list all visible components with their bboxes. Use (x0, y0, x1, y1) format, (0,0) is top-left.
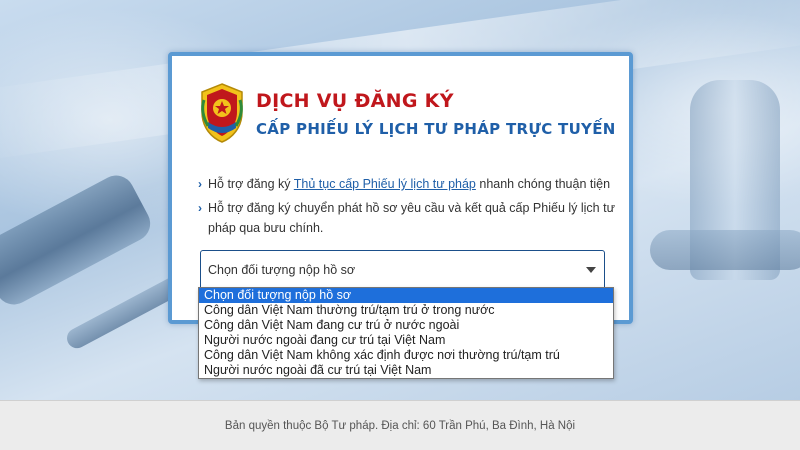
background-base-right (650, 230, 800, 270)
feature-item-prefix: Hỗ trợ đăng ký (208, 177, 294, 191)
page-footer: Bản quyền thuộc Bộ Tư pháp. Địa chỉ: 60 … (0, 400, 800, 450)
option-citizen-abroad[interactable]: Công dân Việt Nam đang cư trú ở nước ngo… (199, 318, 613, 333)
applicant-type-options: Chọn đối tượng nộp hồ sơ Công dân Việt N… (198, 287, 614, 379)
card-titles: DỊCH VỤ ĐĂNG KÝ CẤP PHIẾU LÝ LỊCH TƯ PHÁ… (256, 90, 616, 138)
registration-card: DỊCH VỤ ĐĂNG KÝ CẤP PHIẾU LÝ LỊCH TƯ PHÁ… (168, 52, 633, 324)
chevron-right-icon: › (198, 177, 202, 191)
feature-item-suffix: nhanh chóng thuận tiện (475, 177, 611, 191)
applicant-type-select[interactable]: Chọn đối tượng nộp hồ sơ (200, 250, 605, 290)
feature-item-procedure: › Hỗ trợ đăng ký Thủ tục cấp Phiếu lý lị… (198, 174, 618, 194)
feature-item-postal: › Hỗ trợ đăng ký chuyển phát hồ sơ yêu c… (198, 198, 618, 238)
procedure-link[interactable]: Thủ tục cấp Phiếu lý lịch tư pháp (294, 177, 476, 191)
select-current-value: Chọn đối tượng nộp hồ sơ (208, 263, 356, 277)
caret-down-icon (586, 267, 596, 273)
option-foreigner-resided[interactable]: Người nước ngoài đã cư trú tại Việt Nam (199, 363, 613, 378)
feature-item-text: Hỗ trợ đăng ký chuyển phát hồ sơ yêu cầu… (208, 201, 615, 235)
option-foreigner-residing[interactable]: Người nước ngoài đang cư trú tại Việt Na… (199, 333, 613, 348)
service-subtitle: CẤP PHIẾU LÝ LỊCH TƯ PHÁP TRỰC TUYẾN (256, 120, 616, 138)
chevron-right-icon: › (198, 201, 202, 215)
service-title: DỊCH VỤ ĐĂNG KÝ (256, 90, 454, 112)
option-choose-applicant[interactable]: Chọn đối tượng nộp hồ sơ (199, 288, 613, 303)
option-citizen-unknown-residence[interactable]: Công dân Việt Nam không xác định được nơ… (199, 348, 613, 363)
gavel-head-decoration (0, 169, 157, 311)
card-header: DỊCH VỤ ĐĂNG KÝ CẤP PHIẾU LÝ LỊCH TƯ PHÁ… (198, 80, 629, 144)
police-emblem-icon (201, 83, 243, 143)
copyright-text: Bản quyền thuộc Bộ Tư pháp. Địa chỉ: 60 … (224, 419, 576, 432)
feature-list: › Hỗ trợ đăng ký Thủ tục cấp Phiếu lý lị… (198, 174, 618, 238)
option-citizen-domestic[interactable]: Công dân Việt Nam thường trú/tạm trú ở t… (199, 303, 613, 318)
